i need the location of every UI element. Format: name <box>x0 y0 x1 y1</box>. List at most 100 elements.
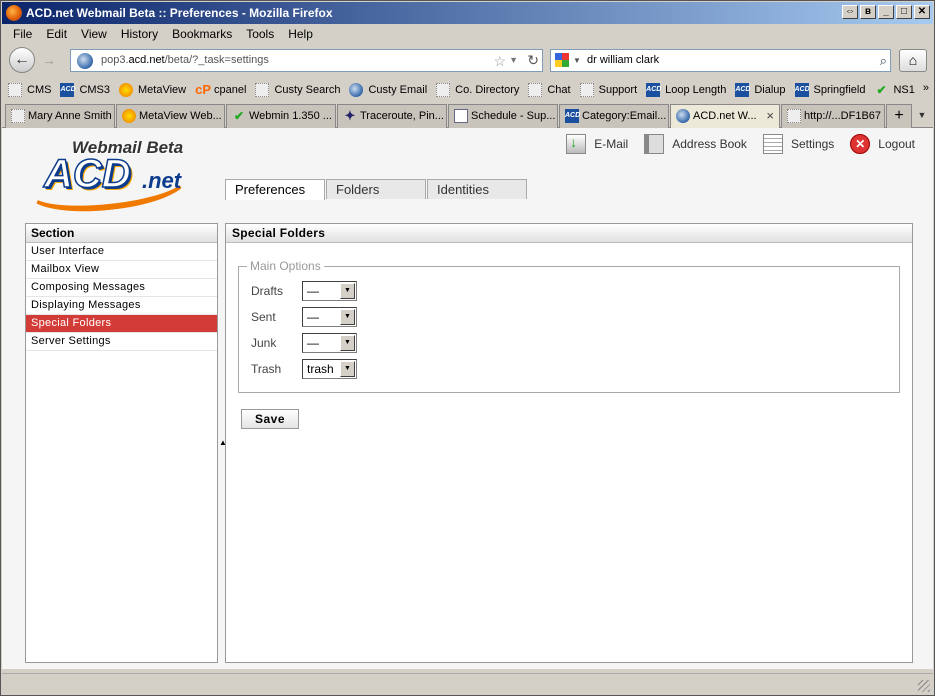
settings-link[interactable]: Settings <box>762 134 834 154</box>
menu-view[interactable]: View <box>74 27 114 41</box>
menu-tools[interactable]: Tools <box>239 27 281 41</box>
menu-file[interactable]: File <box>6 27 39 41</box>
minimize-button[interactable]: _ <box>878 5 894 19</box>
browser-tab[interactable]: Mary Anne Smith <box>5 104 115 128</box>
bookmark-item[interactable]: MetaView <box>119 83 186 97</box>
main-options-fieldset: Main Options Drafts — ▼ Sent — ▼ Junk — ▼ T… <box>238 259 900 393</box>
bookmark-item[interactable]: ACD Springfield <box>794 83 865 97</box>
google-icon[interactable] <box>555 53 569 67</box>
blank-page-icon <box>255 83 270 97</box>
menu-bookmarks[interactable]: Bookmarks <box>165 27 239 41</box>
tab-folders[interactable]: Folders <box>326 179 426 199</box>
browser-tab[interactable]: ✦ Traceroute, Pin... <box>337 104 447 128</box>
menu-bar: File Edit View History Bookmarks Tools H… <box>2 24 933 43</box>
tab-preferences[interactable]: Preferences <box>225 179 325 200</box>
bookmark-item[interactable]: ✔ NS1 <box>874 83 914 97</box>
trash-select[interactable]: trash ▼ <box>302 359 357 379</box>
site-identity-icon[interactable] <box>77 53 93 69</box>
forward-button[interactable]: → <box>38 51 60 69</box>
browser-tab[interactable]: ACD Category:Email... <box>559 104 669 128</box>
bookmarks-toolbar: CMS ACD CMS3 MetaView cP cpanel Custy Sear… <box>2 79 933 101</box>
search-engine-dropdown-icon[interactable]: ▼ <box>573 50 581 71</box>
bookmark-item[interactable]: ACD CMS3 <box>60 83 110 97</box>
dropdown-arrow-icon[interactable]: ▼ <box>340 335 355 351</box>
sent-row: Sent — ▼ <box>251 307 357 327</box>
acd-icon: ACD <box>794 83 810 97</box>
logo-main: ACD <box>43 151 131 197</box>
browser-tab[interactable]: http://...DF1B67 <box>781 104 885 128</box>
junk-row: Junk — ▼ <box>251 333 357 353</box>
bookmark-item[interactable]: cP cpanel <box>195 83 246 97</box>
tab-identities[interactable]: Identities <box>427 179 527 199</box>
bookmark-item[interactable]: Custy Search <box>255 83 340 97</box>
search-icon[interactable]: ⌕ <box>880 50 887 71</box>
address-book-icon <box>644 134 665 154</box>
settings-main-panel: Special Folders Main Options Drafts — ▼ S… <box>225 223 913 663</box>
bookmark-item[interactable]: CMS <box>8 83 51 97</box>
status-bar <box>2 673 933 694</box>
acd-icon: ACD <box>735 83 750 97</box>
junk-select[interactable]: — ▼ <box>302 333 357 353</box>
search-input[interactable]: ▼ dr william clark ⌕ <box>550 49 891 72</box>
save-button[interactable]: Save <box>241 409 299 429</box>
reload-icon[interactable]: ↻ <box>527 50 539 71</box>
menu-edit[interactable]: Edit <box>39 27 74 41</box>
title-bar: ACD.net Webmail Beta :: Preferences - Mo… <box>2 2 933 24</box>
tab-list-dropdown-icon[interactable]: ▼ <box>912 103 932 127</box>
sent-select[interactable]: — ▼ <box>302 307 357 327</box>
maximize-button[interactable]: □ <box>896 5 912 19</box>
globe-icon <box>349 83 364 97</box>
browser-tab-active[interactable]: ACD.net W... × <box>670 104 780 129</box>
page-content: Webmail Beta ACD .net E-Mail Address Boo… <box>2 128 933 669</box>
restore-icon[interactable]: ʙ <box>860 5 876 19</box>
bookmark-item[interactable]: Support <box>579 83 637 97</box>
bookmarks-overflow-icon[interactable]: » <box>923 82 929 94</box>
browser-tab[interactable]: Schedule - Sup... <box>448 104 558 128</box>
close-tab-icon[interactable]: × <box>766 105 774 127</box>
new-tab-button[interactable]: + <box>886 104 912 128</box>
browser-tab[interactable]: MetaView Web... <box>116 104 225 128</box>
browser-tab[interactable]: ✔ Webmin 1.350 ... <box>226 104 336 128</box>
menu-help[interactable]: Help <box>281 27 320 41</box>
globe-icon <box>676 109 690 123</box>
search-value: dr william clark <box>587 54 660 66</box>
resize-grip-icon[interactable] <box>918 680 930 692</box>
bookmark-item[interactable]: ACD Loop Length <box>646 83 726 97</box>
email-link[interactable]: E-Mail <box>566 134 628 154</box>
section-item-composing-messages[interactable]: Composing Messages <box>26 279 217 297</box>
bookmark-item[interactable]: Custy Email <box>349 83 427 97</box>
section-item-server-settings[interactable]: Server Settings <box>26 333 217 351</box>
bookmark-item[interactable]: ACD Dialup <box>735 83 786 97</box>
blank-page-icon <box>436 83 451 97</box>
section-item-mailbox-view[interactable]: Mailbox View <box>26 261 217 279</box>
back-button[interactable]: ← <box>9 47 35 73</box>
fieldset-legend: Main Options <box>247 259 324 273</box>
dropdown-arrow-icon[interactable]: ▼ <box>340 309 355 325</box>
home-button[interactable]: ⌂ <box>899 49 927 72</box>
dropdown-arrow-icon[interactable]: ▼ <box>340 361 355 377</box>
bookmark-item[interactable]: Co. Directory <box>436 83 519 97</box>
bookmark-item[interactable]: Chat <box>528 83 571 97</box>
section-item-special-folders[interactable]: Special Folders <box>26 315 217 333</box>
menu-history[interactable]: History <box>114 27 165 41</box>
firefox-icon <box>6 5 22 21</box>
acd-logo: Webmail Beta ACD .net <box>25 138 196 219</box>
address-book-link[interactable]: Address Book <box>644 134 747 154</box>
navigation-bar: ← → pop3.acd.net/beta/?_task=settings ☆ … <box>2 44 933 76</box>
bookmark-star-icon[interactable]: ☆ <box>493 51 506 72</box>
resize-icon[interactable]: ⇔ <box>842 5 858 19</box>
acd-icon: ACD <box>646 83 661 97</box>
url-dropdown-icon[interactable]: ▼ <box>509 50 518 71</box>
section-item-displaying-messages[interactable]: Displaying Messages <box>26 297 217 315</box>
drafts-select[interactable]: — ▼ <box>302 281 357 301</box>
section-item-user-interface[interactable]: User Interface <box>26 243 217 261</box>
dropdown-arrow-icon[interactable]: ▼ <box>340 283 355 299</box>
webmin-icon: ✔ <box>233 109 245 123</box>
logout-link[interactable]: ✕ Logout <box>850 134 915 154</box>
url-bar[interactable]: pop3.acd.net/beta/?_task=settings ☆ ▼ ↻ <box>70 49 543 72</box>
junk-label: Junk <box>251 336 277 350</box>
metaview-icon <box>122 109 136 123</box>
close-button[interactable]: ✕ <box>914 5 930 19</box>
blank-page-icon <box>11 109 25 123</box>
blank-page-icon <box>8 83 22 97</box>
